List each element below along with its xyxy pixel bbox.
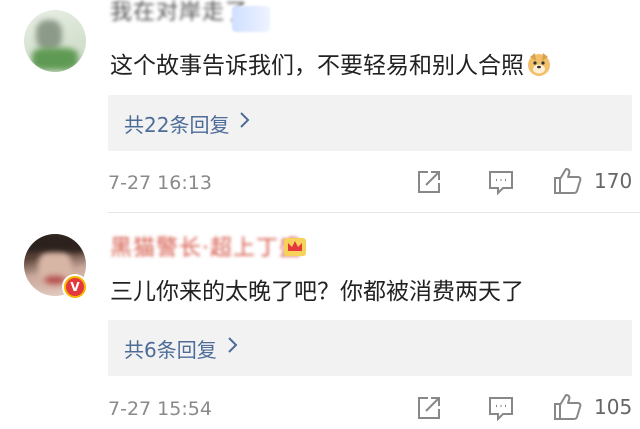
comment-button[interactable] — [486, 393, 516, 423]
like-count: 105 — [594, 395, 633, 419]
verified-badge-icon: V — [62, 274, 88, 300]
thumbs-up-icon — [554, 394, 582, 420]
verified-badge-label: V — [66, 278, 84, 296]
username[interactable]: 黑猫警长·超上丁盛 — [110, 230, 302, 262]
comment-item: V 黑猫警长·超上丁盛 三儿你来的太晚了吧？你都被消费两天了 共6条回复 7-2… — [0, 0, 640, 424]
share-button[interactable] — [414, 393, 444, 423]
chevron-right-icon — [227, 335, 239, 361]
reply-box[interactable]: 共6条回复 — [108, 320, 632, 376]
comment-text: 三儿你来的太晚了吧？你都被消费两天了 — [110, 279, 524, 305]
like-button[interactable]: 105 — [552, 391, 632, 423]
crown-badge-icon — [282, 234, 308, 260]
reply-count-label: 共6条回复 — [124, 337, 217, 362]
comment-icon — [489, 397, 513, 422]
comment-meta: 7-27 15:54 105 — [108, 389, 638, 429]
share-icon — [418, 397, 440, 419]
view-replies-link[interactable]: 共6条回复 — [124, 334, 239, 363]
